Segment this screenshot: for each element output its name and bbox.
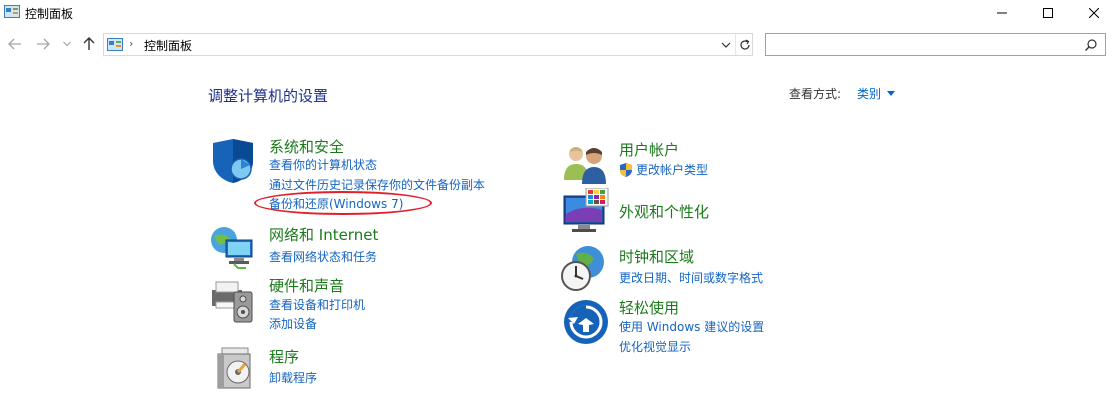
link-view-computer-status[interactable]: 查看你的计算机状态	[269, 156, 377, 173]
printer-icon[interactable]	[208, 276, 256, 324]
link-network-status[interactable]: 查看网络状态和任务	[269, 248, 377, 265]
maximize-icon	[1043, 8, 1053, 18]
minimize-button[interactable]	[979, 0, 1025, 26]
search-icon[interactable]	[1084, 38, 1098, 52]
link-recommended-settings[interactable]: 使用 Windows 建议的设置	[619, 318, 764, 335]
link-uninstall-program[interactable]: 卸载程序	[269, 369, 317, 386]
category-title-system-security[interactable]: 系统和安全	[269, 136, 344, 157]
link-change-account-type-label[interactable]: 更改帐户类型	[636, 161, 708, 178]
refresh-icon	[739, 38, 750, 50]
forward-button[interactable]	[32, 34, 54, 54]
link-devices-printers[interactable]: 查看设备和打印机	[269, 296, 365, 313]
uac-shield-icon	[620, 162, 632, 177]
back-button[interactable]	[4, 34, 26, 54]
link-backup-restore[interactable]: 备份和还原(Windows 7)	[269, 195, 403, 212]
link-change-account-type[interactable]: 更改帐户类型	[619, 161, 708, 178]
link-add-device[interactable]: 添加设备	[269, 315, 317, 332]
category-title-clock-region[interactable]: 时钟和区域	[619, 246, 694, 267]
close-icon	[1089, 8, 1099, 18]
close-button[interactable]	[1071, 0, 1117, 26]
page-title: 调整计算机的设置	[208, 87, 329, 105]
control-panel-icon	[4, 5, 20, 18]
breadcrumb-control-panel[interactable]: 控制面板	[144, 37, 192, 54]
search-box[interactable]	[765, 33, 1106, 56]
category-title-hardware-sound[interactable]: 硬件和声音	[269, 275, 344, 296]
view-by-dropdown[interactable]: 类别	[857, 85, 896, 102]
maximize-button[interactable]	[1025, 0, 1071, 26]
up-arrow-icon	[83, 37, 95, 50]
control-panel-icon	[107, 38, 123, 51]
window-title: 控制面板	[25, 7, 74, 21]
search-input[interactable]	[772, 36, 1072, 53]
ease-of-access-icon[interactable]	[562, 298, 610, 346]
back-arrow-icon	[8, 38, 21, 50]
programs-icon[interactable]	[212, 344, 260, 392]
link-file-history[interactable]: 通过文件历史记录保存你的文件备份副本	[269, 176, 485, 193]
clock-globe-icon[interactable]	[560, 244, 608, 292]
monitor-palette-icon[interactable]	[562, 188, 610, 236]
address-dropdown-button[interactable]	[717, 34, 735, 55]
view-by-value[interactable]: 类别	[857, 85, 881, 102]
forward-arrow-icon	[37, 38, 50, 50]
shield-icon[interactable]	[209, 137, 257, 185]
recent-locations-button[interactable]	[60, 34, 74, 54]
chevron-down-icon	[63, 41, 71, 47]
network-icon[interactable]	[208, 222, 256, 270]
refresh-button[interactable]	[735, 34, 753, 55]
up-button[interactable]	[78, 34, 100, 54]
dropdown-triangle-icon	[887, 91, 896, 96]
category-title-user-accounts[interactable]: 用户帐户	[619, 139, 679, 160]
address-bar[interactable]: › 控制面板	[103, 33, 753, 56]
link-optimize-visual-display[interactable]: 优化视觉显示	[619, 338, 691, 355]
category-title-appearance[interactable]: 外观和个性化	[619, 201, 709, 222]
title-bar: 控制面板	[0, 0, 1119, 26]
minimize-icon	[997, 12, 1007, 14]
category-title-ease-of-access[interactable]: 轻松使用	[619, 297, 679, 318]
breadcrumb-separator[interactable]: ›	[129, 37, 133, 50]
category-title-network[interactable]: 网络和 Internet	[269, 224, 378, 245]
chevron-down-icon	[721, 42, 731, 48]
view-by-label: 查看方式:	[789, 87, 842, 101]
link-change-date-time[interactable]: 更改日期、时间或数字格式	[619, 269, 763, 286]
users-icon[interactable]	[562, 140, 610, 188]
category-title-programs[interactable]: 程序	[269, 346, 299, 367]
